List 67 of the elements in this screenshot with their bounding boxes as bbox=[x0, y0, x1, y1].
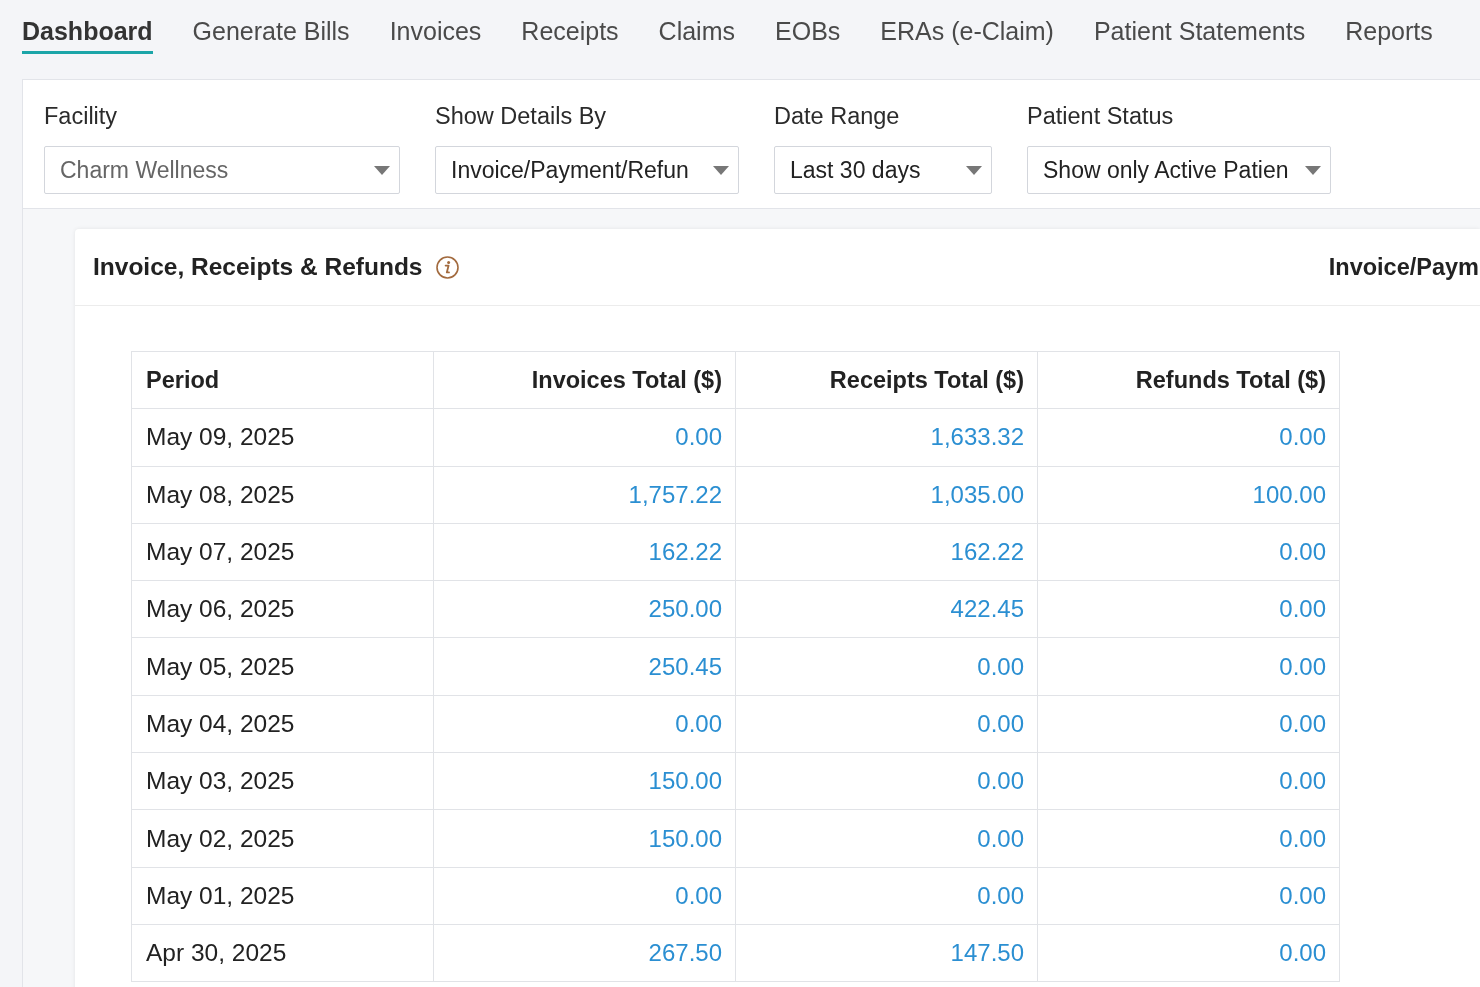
amount-link[interactable]: 0.00 bbox=[1279, 595, 1326, 623]
filter-label: Patient Status bbox=[1027, 103, 1175, 129]
column-header: Refunds Total ($) bbox=[1037, 351, 1340, 409]
nav-tab[interactable]: Claims bbox=[658, 0, 735, 54]
dropdown[interactable]: Show only Active Patien bbox=[1027, 146, 1331, 194]
amount-link[interactable]: 0.00 bbox=[1279, 652, 1326, 680]
amount-link[interactable]: 0.00 bbox=[675, 423, 722, 451]
panel-title: Invoice, Receipts & Refunds bbox=[93, 253, 423, 281]
caret-icon bbox=[374, 165, 390, 175]
amount-link[interactable]: 250.00 bbox=[648, 595, 722, 623]
period-cell: May 03, 2025 bbox=[131, 752, 434, 810]
view-label: Invoice/Paym bbox=[1328, 253, 1480, 281]
amount-link[interactable]: 0.00 bbox=[1279, 939, 1326, 967]
amount-link[interactable]: 0.00 bbox=[1279, 881, 1326, 909]
period-cell: May 06, 2025 bbox=[131, 580, 434, 638]
period-cell: May 02, 2025 bbox=[131, 809, 434, 868]
caret-icon bbox=[966, 165, 982, 175]
period-cell: May 04, 2025 bbox=[131, 695, 434, 753]
period-cell: May 09, 2025 bbox=[131, 408, 434, 467]
period-cell: May 01, 2025 bbox=[131, 867, 434, 925]
amount-link[interactable]: 422.45 bbox=[950, 595, 1024, 623]
nav-tab[interactable]: Invoices bbox=[389, 0, 482, 54]
amount-link[interactable]: 1,757.22 bbox=[628, 480, 722, 508]
caret-icon bbox=[713, 165, 729, 175]
amount-link[interactable]: 162.22 bbox=[950, 538, 1024, 566]
amount-link[interactable]: 0.00 bbox=[1279, 767, 1326, 795]
caret-icon bbox=[1305, 165, 1321, 175]
amount-link[interactable]: 0.00 bbox=[1279, 709, 1326, 737]
filter-label: Facility bbox=[44, 103, 119, 129]
amount-link[interactable]: 147.50 bbox=[950, 939, 1024, 967]
amount-link[interactable]: 250.45 bbox=[648, 652, 722, 680]
column-header: Period bbox=[131, 351, 434, 409]
amount-link[interactable]: 0.00 bbox=[977, 824, 1024, 852]
nav-tab[interactable]: Receipts bbox=[521, 0, 619, 54]
amount-link[interactable]: 0.00 bbox=[1279, 423, 1326, 451]
amount-link[interactable]: 0.00 bbox=[675, 881, 722, 909]
amount-link[interactable]: 150.00 bbox=[648, 767, 722, 795]
period-cell: May 08, 2025 bbox=[131, 466, 434, 524]
filter-label: Date Range bbox=[774, 103, 901, 129]
nav-tab[interactable]: ERAs (e-Claim) bbox=[880, 0, 1054, 54]
filter-label: Show Details By bbox=[435, 103, 608, 129]
period-cell: Apr 30, 2025 bbox=[131, 924, 434, 982]
nav-tab[interactable]: Dashboard bbox=[22, 0, 153, 54]
amount-link[interactable]: 1,633.32 bbox=[930, 423, 1024, 451]
nav-tab[interactable]: Generate Bills bbox=[192, 0, 350, 54]
amount-link[interactable]: 150.00 bbox=[648, 824, 722, 852]
dropdown[interactable]: Last 30 days bbox=[774, 146, 992, 194]
amount-link[interactable]: 267.50 bbox=[648, 939, 722, 967]
amount-link[interactable]: 100.00 bbox=[1252, 480, 1326, 508]
amount-link[interactable]: 0.00 bbox=[675, 709, 722, 737]
amount-link[interactable]: 0.00 bbox=[977, 881, 1024, 909]
amount-link[interactable]: 0.00 bbox=[977, 767, 1024, 795]
amount-link[interactable]: 0.00 bbox=[977, 652, 1024, 680]
nav-tab[interactable]: Patient Statements bbox=[1093, 0, 1306, 54]
column-header: Receipts Total ($) bbox=[735, 351, 1038, 409]
amount-link[interactable]: 1,035.00 bbox=[930, 480, 1024, 508]
period-cell: May 05, 2025 bbox=[131, 638, 434, 696]
nav-tab[interactable]: EOBs bbox=[775, 0, 841, 54]
amount-link[interactable]: 0.00 bbox=[1279, 824, 1326, 852]
dropdown[interactable]: Invoice/Payment/Refun bbox=[435, 146, 739, 194]
info-icon[interactable] bbox=[436, 255, 460, 279]
amount-link[interactable]: 0.00 bbox=[1279, 538, 1326, 566]
period-cell: May 07, 2025 bbox=[131, 523, 434, 581]
nav-tab[interactable]: Reports bbox=[1345, 0, 1433, 54]
column-header: Invoices Total ($) bbox=[433, 351, 736, 409]
amount-link[interactable]: 162.22 bbox=[648, 538, 722, 566]
amount-link[interactable]: 0.00 bbox=[977, 709, 1024, 737]
